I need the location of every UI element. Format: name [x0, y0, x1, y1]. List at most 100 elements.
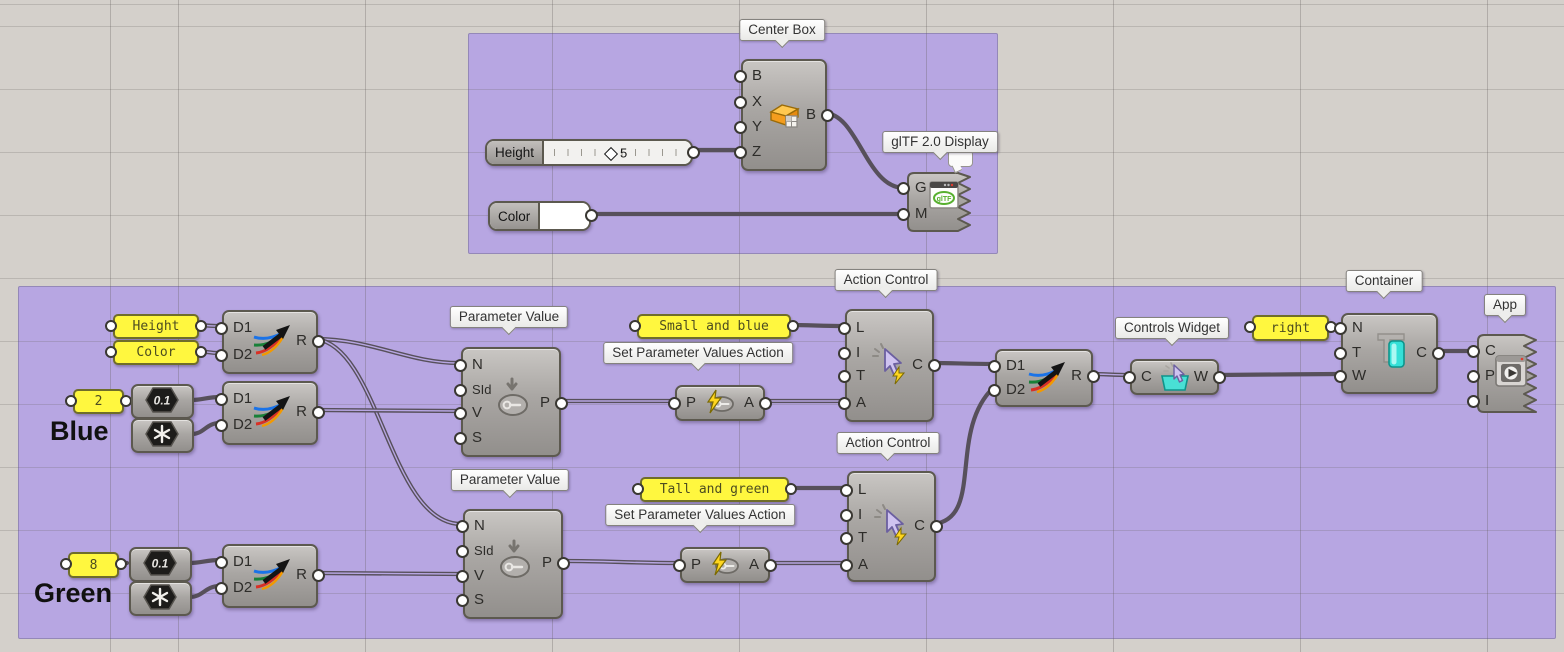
port-in-I[interactable]: I: [858, 505, 862, 525]
port-in-M[interactable]: M: [915, 204, 928, 224]
port-in-G[interactable]: G: [915, 178, 927, 198]
port-in-N[interactable]: N: [474, 516, 485, 536]
port-in-Z[interactable]: Z: [752, 142, 761, 162]
port-in-P[interactable]: P: [1485, 366, 1495, 386]
component-colour-1[interactable]: [131, 418, 194, 453]
port-out-R[interactable]: R: [1071, 366, 1082, 386]
port-in-S[interactable]: S: [474, 590, 484, 610]
slider-value: 5: [620, 145, 627, 160]
component-action-control-2[interactable]: L I T A C: [847, 471, 936, 582]
box-icon: [767, 99, 803, 131]
port-in-I[interactable]: I: [1485, 391, 1489, 411]
component-number-2[interactable]: 0.1: [129, 547, 192, 582]
port-in-D1[interactable]: D1: [1006, 356, 1025, 376]
port-out-W[interactable]: W: [1194, 367, 1208, 387]
port-out-P[interactable]: P: [542, 553, 552, 573]
port-out-R[interactable]: R: [296, 402, 307, 422]
slider-output-nub[interactable]: [687, 146, 700, 159]
tag-action-control-1: Action Control: [835, 269, 938, 291]
panel-tall-and-green[interactable]: Tall and green: [640, 477, 789, 502]
color-swatch[interactable]: Color: [488, 201, 591, 231]
port-in-W[interactable]: W: [1352, 366, 1366, 386]
port-out-B[interactable]: B: [806, 105, 816, 125]
app-icon: [1496, 356, 1526, 386]
height-slider[interactable]: Height 5: [485, 139, 693, 166]
component-number-1[interactable]: 0.1: [131, 384, 194, 419]
port-out-C[interactable]: C: [1416, 343, 1427, 363]
component-app[interactable]: C P I: [1476, 334, 1542, 415]
port-in-A[interactable]: A: [856, 393, 866, 413]
panel-color[interactable]: Color: [113, 340, 199, 365]
port-in-D2[interactable]: D2: [1006, 380, 1025, 400]
panel-small-and-blue[interactable]: Small and blue: [637, 314, 791, 339]
port-in-C[interactable]: C: [1485, 341, 1496, 361]
port-in-D2[interactable]: D2: [233, 578, 252, 598]
component-parameter-value-2[interactable]: N SId V S P: [463, 509, 563, 619]
merge-icon: [250, 556, 294, 594]
component-colour-2[interactable]: [129, 581, 192, 616]
port-out-A[interactable]: A: [749, 555, 759, 575]
port-in-C[interactable]: C: [1141, 367, 1152, 387]
component-controls-widget[interactable]: C W: [1130, 359, 1219, 395]
port-in-I[interactable]: I: [856, 343, 860, 363]
port-out-R[interactable]: R: [296, 565, 307, 585]
port-in-V[interactable]: V: [474, 566, 484, 586]
component-parameter-value-1[interactable]: N SId V S P: [461, 347, 561, 457]
component-gltf-display[interactable]: glTF G M: [906, 172, 976, 234]
port-in-D1[interactable]: D1: [233, 552, 252, 572]
port-in-T[interactable]: T: [1352, 343, 1361, 363]
tag-action-control-2: Action Control: [837, 432, 940, 454]
tag-parameter-value-2: Parameter Value: [451, 469, 569, 491]
port-in-Y[interactable]: Y: [752, 117, 762, 137]
colour-icon: [142, 584, 178, 610]
port-in-S[interactable]: S: [472, 428, 482, 448]
tag-center-box: Center Box: [739, 19, 825, 41]
panel-2[interactable]: 2: [73, 389, 124, 414]
port-in-N[interactable]: N: [472, 355, 483, 375]
port-in-T[interactable]: T: [856, 366, 865, 386]
port-in-L[interactable]: L: [856, 318, 864, 338]
port-in-X[interactable]: X: [752, 92, 762, 112]
port-out-C[interactable]: C: [912, 355, 923, 375]
component-spva-1[interactable]: P A: [675, 385, 765, 421]
component-merge-4[interactable]: D1 D2 R: [222, 544, 318, 608]
port-out-A[interactable]: A: [744, 393, 754, 413]
tag-spva-2: Set Parameter Values Action: [605, 504, 795, 526]
component-merge-1[interactable]: D1 D2 R: [222, 310, 318, 374]
port-in-A[interactable]: A: [858, 555, 868, 575]
component-center-box[interactable]: B X Y Z B: [741, 59, 827, 171]
scribble-green: Green: [34, 578, 112, 609]
component-merge-3[interactable]: D1 D2 R: [995, 349, 1093, 407]
swatch-output-nub[interactable]: [585, 209, 598, 222]
slider-track[interactable]: 5: [544, 141, 691, 164]
port-in-B[interactable]: B: [752, 66, 762, 86]
component-action-control-1[interactable]: L I T A C: [845, 309, 934, 422]
container-icon: [1375, 329, 1411, 377]
panel-8[interactable]: 8: [68, 552, 119, 578]
port-out-C[interactable]: C: [914, 516, 925, 536]
port-in-D1[interactable]: D1: [233, 389, 252, 409]
port-in-D2[interactable]: D2: [233, 345, 252, 365]
component-merge-2[interactable]: D1 D2 R: [222, 381, 318, 445]
panel-right[interactable]: right: [1252, 315, 1329, 341]
port-in-D2[interactable]: D2: [233, 415, 252, 435]
panel-height[interactable]: Height: [113, 314, 199, 339]
port-in-N[interactable]: N: [1352, 318, 1363, 338]
component-container[interactable]: N T W C: [1341, 313, 1438, 394]
port-out-R[interactable]: R: [296, 331, 307, 351]
spva-icon: [708, 551, 742, 577]
port-in-SId[interactable]: SId: [472, 380, 492, 400]
component-spva-2[interactable]: P A: [680, 547, 770, 583]
parameter-value-icon: [495, 539, 535, 583]
port-in-T[interactable]: T: [858, 528, 867, 548]
controls-widget-icon: [1158, 362, 1192, 392]
swatch-well[interactable]: [540, 203, 589, 229]
colour-icon: [144, 421, 180, 447]
port-in-P[interactable]: P: [686, 393, 696, 413]
port-in-D1[interactable]: D1: [233, 318, 252, 338]
port-in-SId[interactable]: SId: [474, 541, 494, 561]
port-in-L[interactable]: L: [858, 480, 866, 500]
port-out-P[interactable]: P: [540, 393, 550, 413]
port-in-P[interactable]: P: [691, 555, 701, 575]
port-in-V[interactable]: V: [472, 403, 482, 423]
